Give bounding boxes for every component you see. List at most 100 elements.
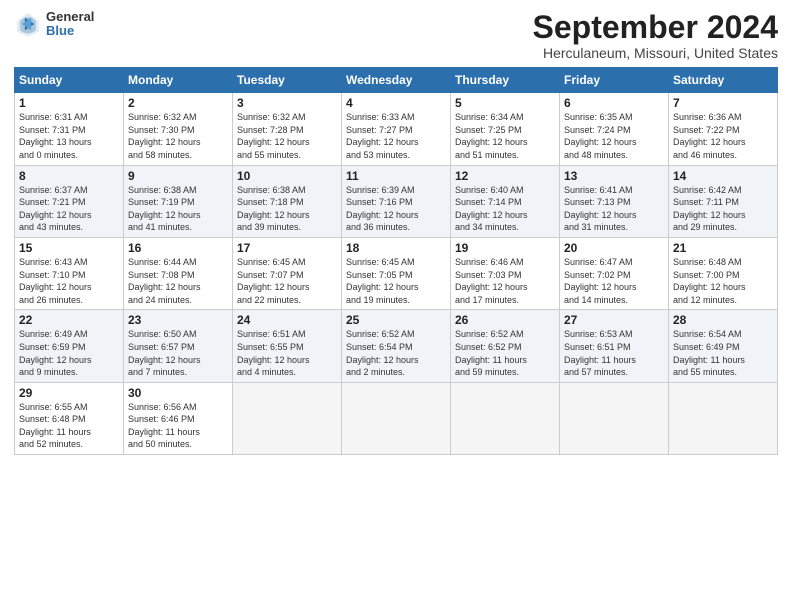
header-row: General Blue September 2024 Herculaneum,…	[14, 10, 778, 61]
logo-blue: Blue	[46, 24, 94, 38]
calendar-week-4: 22Sunrise: 6:49 AM Sunset: 6:59 PM Dayli…	[15, 310, 778, 382]
calendar-cell: 3Sunrise: 6:32 AM Sunset: 7:28 PM Daylig…	[233, 93, 342, 165]
calendar-cell: 26Sunrise: 6:52 AM Sunset: 6:52 PM Dayli…	[451, 310, 560, 382]
day-number: 9	[128, 169, 228, 183]
day-info: Sunrise: 6:41 AM Sunset: 7:13 PM Dayligh…	[564, 184, 664, 234]
logo-general: General	[46, 10, 94, 24]
day-number: 19	[455, 241, 555, 255]
header-row-days: SundayMondayTuesdayWednesdayThursdayFrid…	[15, 68, 778, 93]
day-info: Sunrise: 6:45 AM Sunset: 7:07 PM Dayligh…	[237, 256, 337, 306]
day-info: Sunrise: 6:47 AM Sunset: 7:02 PM Dayligh…	[564, 256, 664, 306]
day-info: Sunrise: 6:53 AM Sunset: 6:51 PM Dayligh…	[564, 328, 664, 378]
day-number: 15	[19, 241, 119, 255]
day-number: 30	[128, 386, 228, 400]
day-number: 7	[673, 96, 773, 110]
calendar-cell: 4Sunrise: 6:33 AM Sunset: 7:27 PM Daylig…	[342, 93, 451, 165]
calendar-cell	[451, 382, 560, 454]
calendar-cell: 5Sunrise: 6:34 AM Sunset: 7:25 PM Daylig…	[451, 93, 560, 165]
calendar-cell: 13Sunrise: 6:41 AM Sunset: 7:13 PM Dayli…	[560, 165, 669, 237]
day-number: 4	[346, 96, 446, 110]
day-number: 16	[128, 241, 228, 255]
calendar-cell: 15Sunrise: 6:43 AM Sunset: 7:10 PM Dayli…	[15, 237, 124, 309]
calendar-week-1: 1Sunrise: 6:31 AM Sunset: 7:31 PM Daylig…	[15, 93, 778, 165]
day-number: 23	[128, 313, 228, 327]
calendar-cell: 8Sunrise: 6:37 AM Sunset: 7:21 PM Daylig…	[15, 165, 124, 237]
day-number: 27	[564, 313, 664, 327]
day-number: 8	[19, 169, 119, 183]
calendar-cell: 16Sunrise: 6:44 AM Sunset: 7:08 PM Dayli…	[124, 237, 233, 309]
calendar-cell: 14Sunrise: 6:42 AM Sunset: 7:11 PM Dayli…	[669, 165, 778, 237]
day-info: Sunrise: 6:44 AM Sunset: 7:08 PM Dayligh…	[128, 256, 228, 306]
calendar-cell: 11Sunrise: 6:39 AM Sunset: 7:16 PM Dayli…	[342, 165, 451, 237]
calendar-week-2: 8Sunrise: 6:37 AM Sunset: 7:21 PM Daylig…	[15, 165, 778, 237]
day-number: 25	[346, 313, 446, 327]
day-info: Sunrise: 6:43 AM Sunset: 7:10 PM Dayligh…	[19, 256, 119, 306]
day-info: Sunrise: 6:56 AM Sunset: 6:46 PM Dayligh…	[128, 401, 228, 451]
day-info: Sunrise: 6:45 AM Sunset: 7:05 PM Dayligh…	[346, 256, 446, 306]
calendar-cell	[560, 382, 669, 454]
day-info: Sunrise: 6:48 AM Sunset: 7:00 PM Dayligh…	[673, 256, 773, 306]
day-info: Sunrise: 6:32 AM Sunset: 7:30 PM Dayligh…	[128, 111, 228, 161]
day-number: 3	[237, 96, 337, 110]
day-number: 17	[237, 241, 337, 255]
calendar-cell	[342, 382, 451, 454]
calendar-cell: 18Sunrise: 6:45 AM Sunset: 7:05 PM Dayli…	[342, 237, 451, 309]
day-number: 2	[128, 96, 228, 110]
calendar-cell: 17Sunrise: 6:45 AM Sunset: 7:07 PM Dayli…	[233, 237, 342, 309]
calendar-cell: 12Sunrise: 6:40 AM Sunset: 7:14 PM Dayli…	[451, 165, 560, 237]
logo: General Blue	[14, 10, 94, 39]
col-header-saturday: Saturday	[669, 68, 778, 93]
day-info: Sunrise: 6:35 AM Sunset: 7:24 PM Dayligh…	[564, 111, 664, 161]
col-header-sunday: Sunday	[15, 68, 124, 93]
calendar-cell: 6Sunrise: 6:35 AM Sunset: 7:24 PM Daylig…	[560, 93, 669, 165]
col-header-wednesday: Wednesday	[342, 68, 451, 93]
calendar-cell: 7Sunrise: 6:36 AM Sunset: 7:22 PM Daylig…	[669, 93, 778, 165]
title-block: September 2024 Herculaneum, Missouri, Un…	[533, 10, 778, 61]
day-number: 10	[237, 169, 337, 183]
col-header-friday: Friday	[560, 68, 669, 93]
day-info: Sunrise: 6:46 AM Sunset: 7:03 PM Dayligh…	[455, 256, 555, 306]
calendar-cell: 21Sunrise: 6:48 AM Sunset: 7:00 PM Dayli…	[669, 237, 778, 309]
calendar-cell: 27Sunrise: 6:53 AM Sunset: 6:51 PM Dayli…	[560, 310, 669, 382]
day-number: 13	[564, 169, 664, 183]
calendar-week-5: 29Sunrise: 6:55 AM Sunset: 6:48 PM Dayli…	[15, 382, 778, 454]
day-info: Sunrise: 6:39 AM Sunset: 7:16 PM Dayligh…	[346, 184, 446, 234]
day-info: Sunrise: 6:34 AM Sunset: 7:25 PM Dayligh…	[455, 111, 555, 161]
day-info: Sunrise: 6:55 AM Sunset: 6:48 PM Dayligh…	[19, 401, 119, 451]
calendar-cell: 25Sunrise: 6:52 AM Sunset: 6:54 PM Dayli…	[342, 310, 451, 382]
calendar-table: SundayMondayTuesdayWednesdayThursdayFrid…	[14, 67, 778, 455]
calendar-cell: 29Sunrise: 6:55 AM Sunset: 6:48 PM Dayli…	[15, 382, 124, 454]
month-title: September 2024	[533, 10, 778, 45]
day-info: Sunrise: 6:33 AM Sunset: 7:27 PM Dayligh…	[346, 111, 446, 161]
calendar-cell: 28Sunrise: 6:54 AM Sunset: 6:49 PM Dayli…	[669, 310, 778, 382]
day-number: 11	[346, 169, 446, 183]
day-info: Sunrise: 6:51 AM Sunset: 6:55 PM Dayligh…	[237, 328, 337, 378]
calendar-cell: 10Sunrise: 6:38 AM Sunset: 7:18 PM Dayli…	[233, 165, 342, 237]
day-info: Sunrise: 6:38 AM Sunset: 7:19 PM Dayligh…	[128, 184, 228, 234]
location-title: Herculaneum, Missouri, United States	[533, 45, 778, 61]
calendar-cell: 20Sunrise: 6:47 AM Sunset: 7:02 PM Dayli…	[560, 237, 669, 309]
calendar-cell: 19Sunrise: 6:46 AM Sunset: 7:03 PM Dayli…	[451, 237, 560, 309]
day-number: 28	[673, 313, 773, 327]
day-info: Sunrise: 6:31 AM Sunset: 7:31 PM Dayligh…	[19, 111, 119, 161]
day-info: Sunrise: 6:42 AM Sunset: 7:11 PM Dayligh…	[673, 184, 773, 234]
day-number: 26	[455, 313, 555, 327]
calendar-cell: 1Sunrise: 6:31 AM Sunset: 7:31 PM Daylig…	[15, 93, 124, 165]
day-number: 14	[673, 169, 773, 183]
day-info: Sunrise: 6:38 AM Sunset: 7:18 PM Dayligh…	[237, 184, 337, 234]
day-info: Sunrise: 6:52 AM Sunset: 6:54 PM Dayligh…	[346, 328, 446, 378]
logo-icon	[14, 10, 42, 38]
calendar-cell	[669, 382, 778, 454]
day-number: 1	[19, 96, 119, 110]
day-info: Sunrise: 6:49 AM Sunset: 6:59 PM Dayligh…	[19, 328, 119, 378]
logo-text: General Blue	[46, 10, 94, 39]
day-info: Sunrise: 6:40 AM Sunset: 7:14 PM Dayligh…	[455, 184, 555, 234]
day-info: Sunrise: 6:32 AM Sunset: 7:28 PM Dayligh…	[237, 111, 337, 161]
day-info: Sunrise: 6:54 AM Sunset: 6:49 PM Dayligh…	[673, 328, 773, 378]
day-number: 22	[19, 313, 119, 327]
col-header-monday: Monday	[124, 68, 233, 93]
day-info: Sunrise: 6:37 AM Sunset: 7:21 PM Dayligh…	[19, 184, 119, 234]
day-number: 6	[564, 96, 664, 110]
calendar-cell: 23Sunrise: 6:50 AM Sunset: 6:57 PM Dayli…	[124, 310, 233, 382]
col-header-thursday: Thursday	[451, 68, 560, 93]
